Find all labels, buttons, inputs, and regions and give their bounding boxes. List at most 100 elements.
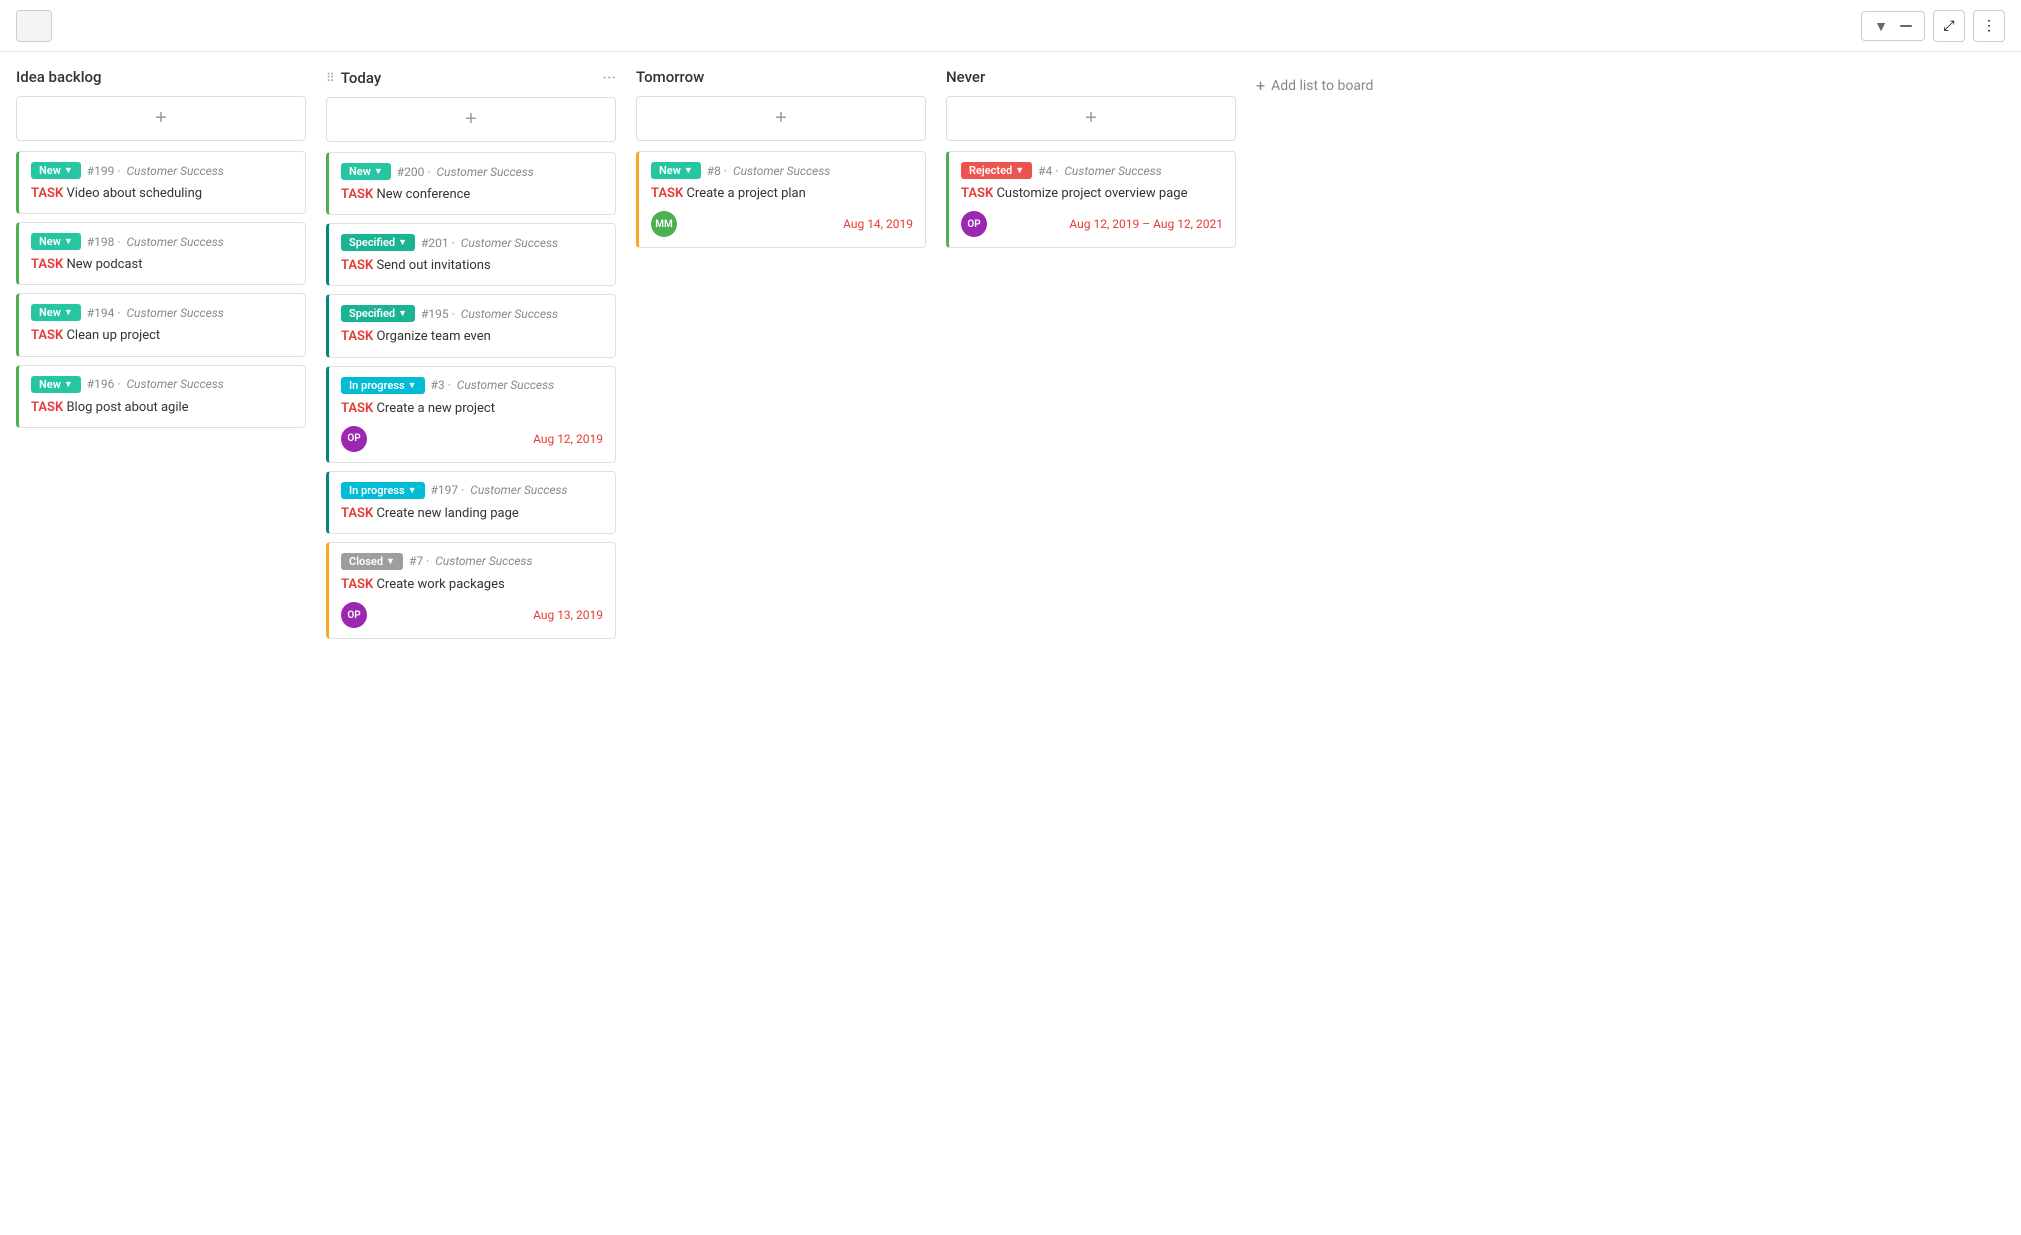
card-footer: MM Aug 14, 2019 <box>651 211 913 237</box>
card-title: TASK Clean up project <box>31 327 293 345</box>
card[interactable]: Closed ▼#7 ·Customer SuccessTASK Create … <box>326 542 616 639</box>
column-header-tomorrow: Tomorrow <box>636 68 926 86</box>
more-options-button[interactable]: ⋮ <box>1973 10 2005 42</box>
card-id: #200 · <box>397 165 431 179</box>
card-id: #195 · <box>421 307 455 321</box>
card-meta: New ▼ #8 · Customer Success <box>651 162 913 179</box>
add-list-label: Add list to board <box>1271 78 1373 94</box>
board: Idea backlog+New ▼#199 ·Customer Success… <box>0 52 2021 1235</box>
add-card-button-today[interactable]: + <box>326 97 616 142</box>
task-label: TASK <box>341 329 373 344</box>
card-meta: In progress ▼ #197 · Customer Success <box>341 482 603 499</box>
card-meta: In progress ▼ #3 · Customer Success <box>341 377 603 394</box>
status-badge[interactable]: New ▼ <box>651 162 701 179</box>
filter-count <box>1900 25 1912 27</box>
card-footer: OPAug 12, 2019 <box>341 426 603 452</box>
card[interactable]: New ▼#194 ·Customer SuccessTASK Clean up… <box>16 293 306 356</box>
status-badge[interactable]: Specified ▼ <box>341 305 415 322</box>
card[interactable]: New ▼#198 ·Customer SuccessTASK New podc… <box>16 222 306 285</box>
filter-icon: ▼ <box>1874 18 1888 34</box>
header-actions: ▼ ⤢ ⋮ <box>1861 10 2005 42</box>
card[interactable]: New ▼#196 ·Customer Success TASK Blog pos… <box>16 365 306 428</box>
card-title: TASK Blog post about agile <box>31 399 293 417</box>
status-badge[interactable]: In progress ▼ <box>341 482 425 499</box>
card-title: TASK Video about scheduling <box>31 185 293 203</box>
card-id: #201 · <box>421 236 455 250</box>
expand-button[interactable]: ⤢ <box>1933 10 1965 42</box>
card-meta: New ▼ #200 · Customer Success <box>341 163 603 180</box>
column-title-tomorrow: Tomorrow <box>636 68 704 86</box>
card[interactable]: In progress ▼#197 ·Customer SuccessTASK … <box>326 471 616 534</box>
card-date: Aug 12, 2019 – Aug 12, 2021 <box>1069 217 1223 231</box>
card-title: TASK New podcast <box>31 256 293 274</box>
avatar: OP <box>341 602 367 628</box>
column-never: Never + Rejected ▼ #4 · Customer Success TASK… <box>946 68 1236 256</box>
card[interactable]: Rejected ▼ #4 · Customer Success TASK Custo… <box>946 151 1236 248</box>
card-project: Customer Success <box>126 164 223 178</box>
back-button[interactable] <box>16 10 52 42</box>
status-badge[interactable]: In progress ▼ <box>341 377 425 394</box>
card-project: Customer Success <box>470 483 567 497</box>
avatar: OP <box>341 426 367 452</box>
card-project: Customer Success <box>461 236 558 250</box>
card-id: #197 · <box>431 483 465 497</box>
card-id: #194 · <box>87 306 121 320</box>
card-title: TASK Organize team even <box>341 328 603 346</box>
column-title-never: Never <box>946 68 985 86</box>
task-label: TASK <box>341 401 373 416</box>
task-label: TASK <box>651 186 683 201</box>
task-label: TASK <box>341 187 373 202</box>
more-icon: ⋮ <box>1982 17 1996 34</box>
card[interactable]: In progress ▼ #3 · Customer Success TASK Cr… <box>326 366 616 463</box>
card-meta: Rejected ▼ #4 · Customer Success <box>961 162 1223 179</box>
card-id: #4 · <box>1038 164 1058 178</box>
card[interactable]: New ▼#200 ·Customer SuccessTASK New conf… <box>326 152 616 215</box>
card-project: Customer Success <box>436 165 533 179</box>
filter-button[interactable]: ▼ <box>1861 11 1925 41</box>
card-id: #3 · <box>431 378 451 392</box>
task-label: TASK <box>961 186 993 201</box>
card-title: TASK Create a new project <box>341 400 603 418</box>
avatar: MM <box>651 211 677 237</box>
status-badge[interactable]: Rejected ▼ <box>961 162 1032 179</box>
status-badge[interactable]: Closed ▼ <box>341 553 403 570</box>
column-drag-handle[interactable]: ⠿ <box>326 71 335 85</box>
card-meta: New ▼#196 ·Customer Success <box>31 376 293 393</box>
card[interactable]: Specified ▼#195 ·Customer SuccessTASK Or… <box>326 294 616 357</box>
card-date: Aug 13, 2019 <box>533 608 603 622</box>
card-project: Customer Success <box>457 378 554 392</box>
card-title: TASK Customize project overview page <box>961 185 1223 203</box>
card-meta: Specified ▼#195 ·Customer Success <box>341 305 603 322</box>
add-card-button-tomorrow[interactable]: + <box>636 96 926 141</box>
add-list-button[interactable]: + Add list to board <box>1256 68 1373 103</box>
task-label: TASK <box>341 506 373 521</box>
card-id: #8 · <box>707 164 727 178</box>
card-meta: Closed ▼#7 ·Customer Success <box>341 553 603 570</box>
column-today: ⠿ Today ··· + New ▼ #200 · Customer Success TAS… <box>326 68 616 647</box>
card-project: Customer Success <box>1064 164 1161 178</box>
task-label: TASK <box>31 257 63 272</box>
card[interactable]: New ▼#8 ·Customer SuccessTASK Create a p… <box>636 151 926 248</box>
column-more-button[interactable]: ··· <box>602 68 616 87</box>
status-badge[interactable]: New ▼ <box>341 163 391 180</box>
add-list-plus-icon: + <box>1256 76 1265 95</box>
card-project: Customer Success <box>733 164 830 178</box>
status-badge[interactable]: New ▼ <box>31 304 81 321</box>
add-card-button-never[interactable]: + <box>946 96 1236 141</box>
column-idea-backlog: Idea backlog+New ▼#199 ·Customer Success… <box>16 68 306 436</box>
card-title: TASK Send out invitations <box>341 257 603 275</box>
task-label: TASK <box>31 186 63 201</box>
status-badge[interactable]: New ▼ <box>31 233 81 250</box>
status-badge[interactable]: New ▼ <box>31 376 81 393</box>
card-id: #199 · <box>87 164 121 178</box>
add-card-button-idea-backlog[interactable]: + <box>16 96 306 141</box>
column-title-today: Today <box>341 69 381 87</box>
card[interactable]: Specified ▼ #201 · Customer Success TASK Se… <box>326 223 616 286</box>
task-label: TASK <box>31 400 63 415</box>
status-badge[interactable]: New ▼ <box>31 162 81 179</box>
card-id: #7 · <box>409 554 429 568</box>
column-tomorrow: Tomorrow + New ▼ #8 · Customer Success TASK C… <box>636 68 926 256</box>
status-badge[interactable]: Specified ▼ <box>341 234 415 251</box>
card[interactable]: New ▼ #199 · Customer Success TASK Video ab… <box>16 151 306 214</box>
card-date: Aug 14, 2019 <box>843 217 913 231</box>
